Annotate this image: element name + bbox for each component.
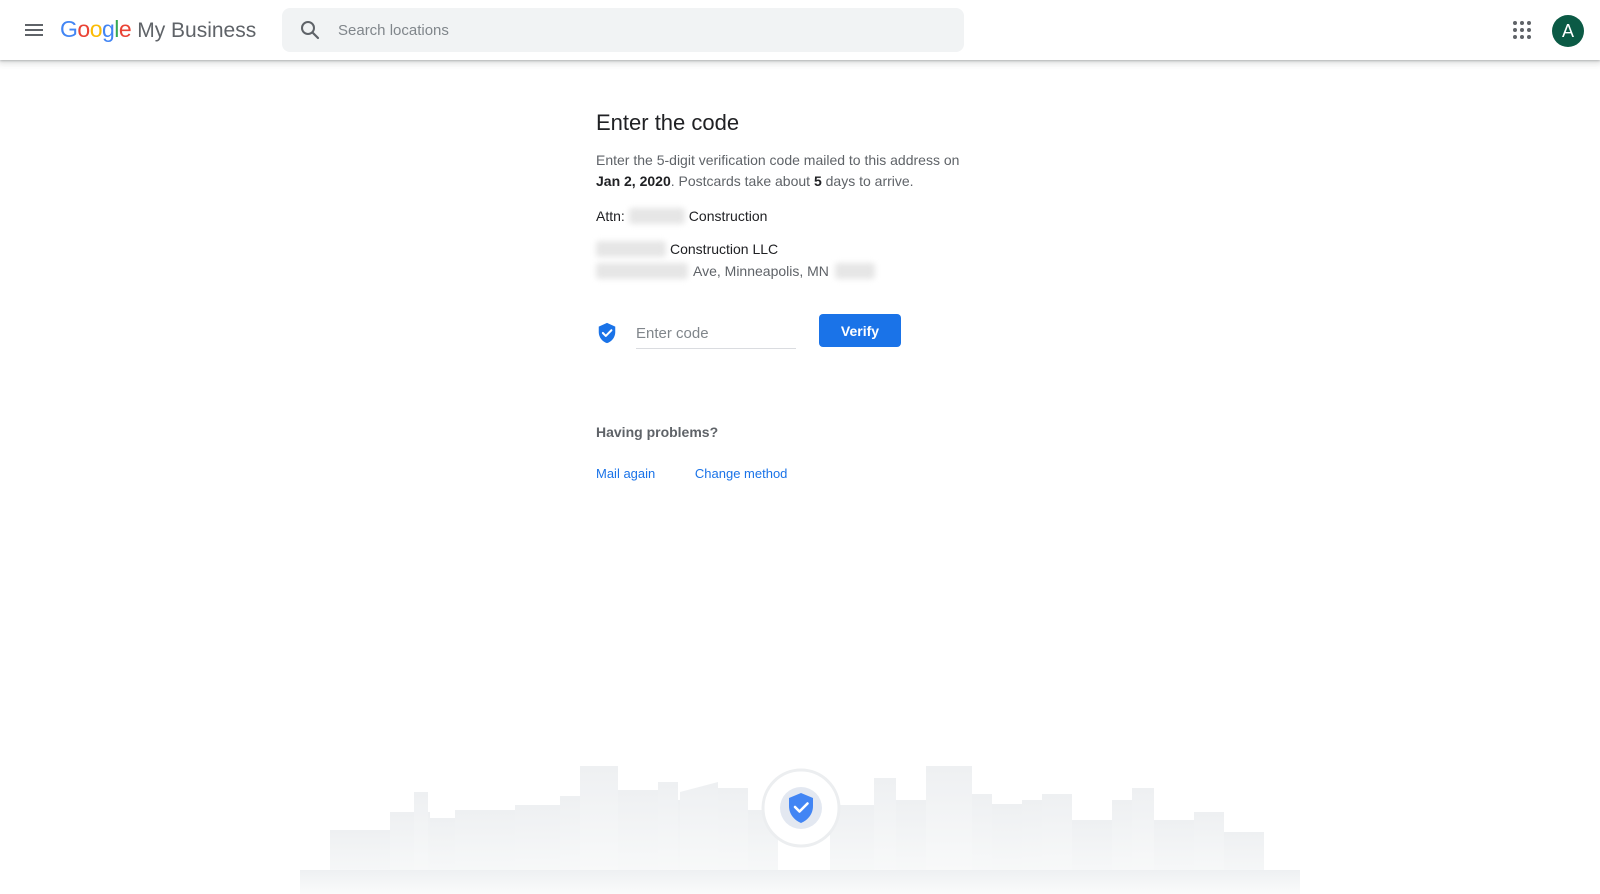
top-app-bar: Google My Business A	[0, 0, 1600, 60]
attention-line: Attn: Construction	[596, 208, 1036, 224]
search-input[interactable]	[336, 20, 920, 40]
code-entry-row: Verify	[596, 314, 1036, 354]
account-avatar[interactable]: A	[1552, 15, 1584, 47]
address-line-1: Construction LLC	[596, 238, 1036, 260]
verification-code-input[interactable]	[636, 318, 796, 349]
redacted-zip	[834, 263, 875, 279]
having-problems-heading: Having problems?	[596, 424, 719, 440]
google-wordmark: Google	[60, 16, 132, 43]
mail-again-link[interactable]: Mail again	[596, 466, 655, 481]
attn-label: Attn:	[596, 208, 625, 224]
search-icon[interactable]	[298, 18, 322, 42]
verified-shield-icon	[598, 322, 616, 344]
logo-letter: o	[77, 16, 90, 42]
page-title: Enter the code	[596, 110, 740, 135]
hamburger-menu-icon[interactable]	[22, 18, 46, 42]
attn-name: Construction	[688, 208, 768, 224]
help-links: Mail again Change method	[596, 466, 1036, 481]
product-name: My Business	[137, 19, 257, 42]
logo-letter: o	[89, 16, 103, 42]
google-my-business-logo[interactable]: Google My Business	[60, 16, 256, 44]
address-line-2: Ave, Minneapolis, MN	[596, 260, 1036, 282]
city-skyline-illustration	[300, 766, 1300, 894]
redacted-name	[628, 208, 685, 224]
address-business: Construction LLC	[670, 241, 779, 257]
search-bar[interactable]	[282, 8, 964, 52]
mailing-address: Construction LLC Ave, Minneapolis, MN	[596, 238, 1036, 282]
redacted-street	[596, 263, 688, 279]
redacted-business-name	[596, 241, 666, 257]
change-method-link[interactable]: Change method	[695, 466, 788, 481]
description-text: . Postcards take about	[670, 173, 811, 189]
logo-letter: g	[101, 16, 115, 42]
apps-grid-icon[interactable]	[1510, 18, 1534, 42]
logo-letter: e	[118, 16, 132, 42]
mailed-date: Jan 2, 2020	[596, 173, 671, 189]
verification-description: Enter the 5-digit verification code mail…	[596, 150, 1036, 192]
address-city: Ave, Minneapolis, MN	[693, 263, 829, 279]
description-text: Enter the 5-digit verification code mail…	[596, 152, 960, 168]
delivery-days: 5	[813, 173, 822, 189]
verification-panel: Enter the code Enter the 5-digit verific…	[596, 110, 1036, 481]
verify-button[interactable]: Verify	[819, 314, 901, 347]
logo-letter: G	[60, 16, 78, 42]
description-text: days to arrive.	[825, 173, 914, 189]
